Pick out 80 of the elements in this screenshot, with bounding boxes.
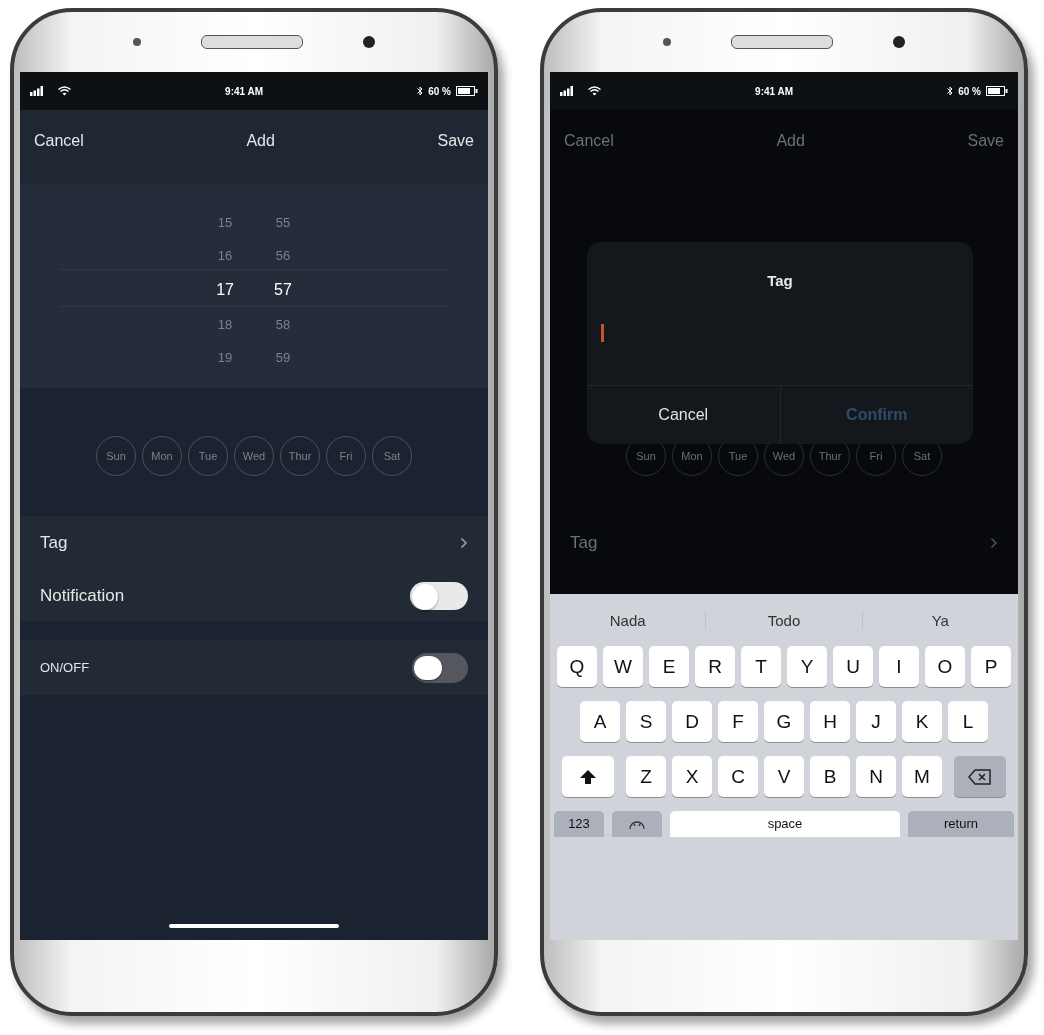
tag-row[interactable]: Tag — [20, 516, 488, 569]
letter-key[interactable]: V — [764, 756, 804, 797]
letter-key[interactable]: I — [879, 646, 919, 687]
emoji-key[interactable] — [612, 811, 662, 837]
picker-value[interactable]: 57 — [274, 272, 292, 308]
chevron-icon — [990, 536, 998, 549]
cancel-button[interactable]: Cancel — [34, 132, 84, 162]
letter-key[interactable]: Z — [626, 756, 666, 797]
letter-key[interactable]: L — [948, 701, 988, 742]
save-button[interactable]: Save — [437, 132, 474, 162]
battery-percentage: 60 % — [958, 85, 981, 97]
screen-title: Add — [776, 132, 805, 151]
front-camera — [893, 36, 905, 48]
picker-value[interactable]: 59 — [275, 341, 291, 374]
letter-key[interactable]: E — [649, 646, 689, 687]
row-label: Notification — [40, 585, 125, 606]
picker-value[interactable]: 19 — [217, 341, 233, 374]
letter-key[interactable]: N — [856, 756, 896, 797]
picker-value[interactable]: 58 — [275, 308, 291, 341]
picker-value[interactable]: 16 — [217, 239, 233, 272]
letter-key[interactable]: D — [672, 701, 712, 742]
letter-key[interactable]: C — [718, 756, 758, 797]
letter-key[interactable]: O — [925, 646, 965, 687]
word-suggestion[interactable]: Nada — [550, 610, 707, 630]
bluetooth-icon — [947, 86, 954, 96]
signal-icon — [560, 86, 574, 96]
wifi-icon — [58, 86, 71, 96]
backspace-key[interactable] — [954, 756, 1006, 797]
letter-key[interactable]: J — [856, 701, 896, 742]
sensor-dot — [133, 38, 141, 46]
return-key[interactable]: return — [908, 811, 1014, 837]
battery-icon — [986, 86, 1008, 96]
tag-row[interactable]: Tag — [550, 516, 1018, 569]
status-time: 9:41 AM — [755, 85, 794, 97]
letter-key[interactable]: K — [902, 701, 942, 742]
battery-percentage: 60 % — [428, 85, 451, 97]
letter-key[interactable]: B — [810, 756, 850, 797]
row-label: ON/OFF — [40, 660, 90, 675]
bluetooth-icon — [417, 86, 424, 96]
picker-value[interactable]: 55 — [275, 206, 291, 239]
chevron-icon — [460, 536, 468, 549]
sensor-dot — [663, 38, 671, 46]
toggle-switch[interactable] — [412, 652, 468, 683]
letter-key[interactable]: H — [810, 701, 850, 742]
cancel-button[interactable]: Cancel — [564, 132, 614, 162]
picker-value[interactable]: 18 — [217, 308, 233, 341]
letter-key[interactable]: R — [695, 646, 735, 687]
front-camera — [363, 36, 375, 48]
letter-key[interactable]: P — [971, 646, 1011, 687]
signal-icon — [30, 86, 44, 96]
letter-key[interactable]: Q — [557, 646, 597, 687]
screen-title: Add — [246, 132, 275, 151]
word-suggestion[interactable]: Todo — [706, 610, 863, 630]
word-suggestion[interactable]: Ya — [862, 610, 1018, 630]
battery-icon — [456, 86, 478, 96]
shift-key[interactable] — [562, 756, 614, 797]
row-label: Tag — [570, 532, 598, 553]
letter-key[interactable]: W — [603, 646, 643, 687]
picker-value[interactable]: 15 — [217, 206, 233, 239]
row-label: Tag — [40, 532, 68, 553]
letter-key[interactable]: Y — [787, 646, 827, 687]
backspace-icon — [968, 768, 992, 785]
shift-arrow-icon — [579, 768, 597, 785]
numbers-key[interactable]: 123 — [554, 811, 604, 837]
picker-value[interactable]: 17 — [216, 272, 234, 308]
letter-key[interactable]: G — [764, 701, 804, 742]
status-time: 9:41 AM — [225, 85, 264, 97]
dialog-title: Tag — [767, 271, 793, 289]
letter-key[interactable]: A — [580, 701, 620, 742]
toggle-switch[interactable] — [410, 581, 468, 610]
letter-key[interactable]: X — [672, 756, 712, 797]
space-key[interactable]: space — [670, 811, 900, 837]
letter-key[interactable]: M — [902, 756, 942, 797]
save-button[interactable]: Save — [967, 132, 1004, 162]
wifi-icon — [588, 86, 601, 96]
letter-key[interactable]: T — [741, 646, 781, 687]
letter-key[interactable]: F — [718, 701, 758, 742]
letter-key[interactable]: U — [833, 646, 873, 687]
letter-key[interactable]: S — [626, 701, 666, 742]
picker-value[interactable]: 56 — [275, 239, 291, 272]
